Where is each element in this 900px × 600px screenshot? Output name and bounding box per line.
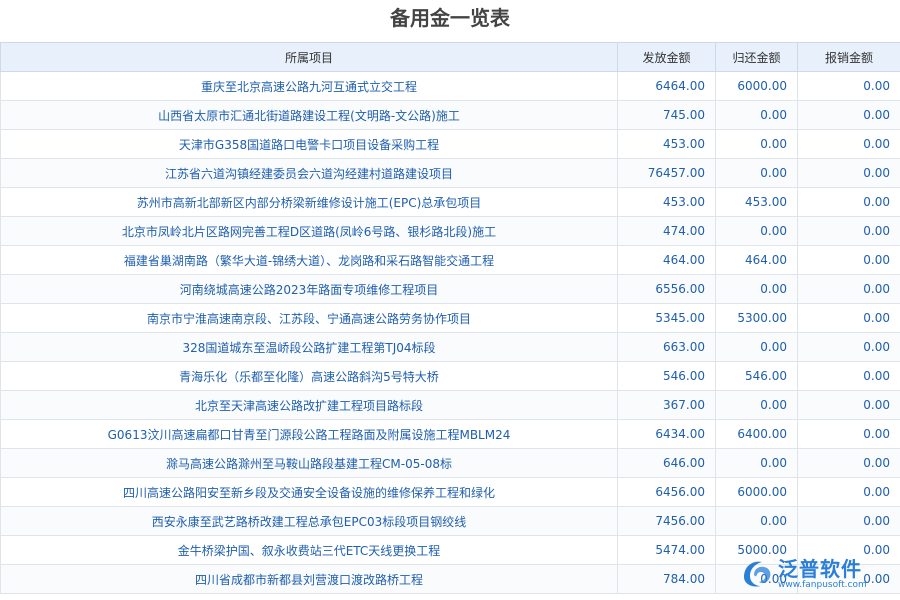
cell-project: 福建省巢湖南路（繁华大道-锦绣大道）、龙岗路和采石路智能交通工程 bbox=[1, 246, 618, 275]
cell-reimbursed-amount: 0.00 bbox=[798, 246, 900, 275]
cell-returned-amount: 0.00 bbox=[716, 217, 798, 246]
cell-issued-amount: 6434.00 bbox=[618, 420, 716, 449]
cell-reimbursed-amount: 0.00 bbox=[798, 391, 900, 420]
cell-returned-amount: 0.00 bbox=[716, 449, 798, 478]
table-row[interactable]: 328国道城东至温峤段公路扩建工程第TJ04标段663.000.000.00 bbox=[1, 333, 900, 362]
cell-project: 重庆至北京高速公路九河互通式立交工程 bbox=[1, 72, 618, 101]
cell-reimbursed-amount: 0.00 bbox=[798, 304, 900, 333]
table-row[interactable]: 福建省巢湖南路（繁华大道-锦绣大道）、龙岗路和采石路智能交通工程464.0046… bbox=[1, 246, 900, 275]
cell-returned-amount: 0.00 bbox=[716, 159, 798, 188]
table-row[interactable]: 天津市G358国道路口电警卡口项目设备采购工程453.000.000.00 bbox=[1, 130, 900, 159]
page-title: 备用金一览表 bbox=[0, 0, 900, 40]
table-row[interactable]: 南京市宁淮高速南京段、江苏段、宁通高速公路劳务协作项目5345.005300.0… bbox=[1, 304, 900, 333]
cell-returned-amount: 0.00 bbox=[716, 101, 798, 130]
table-row[interactable]: 金牛桥梁护国、叙永收费站三代ETC天线更换工程5474.005000.000.0… bbox=[1, 536, 900, 565]
cell-reimbursed-amount: 0.00 bbox=[798, 333, 900, 362]
cell-issued-amount: 546.00 bbox=[618, 362, 716, 391]
cell-project: 四川省成都市新都县刘营渡口渡改路桥工程 bbox=[1, 565, 618, 594]
cell-returned-amount: 0.00 bbox=[716, 391, 798, 420]
column-header-reimbursed[interactable]: 报销金额 bbox=[798, 43, 900, 72]
cell-issued-amount: 5345.00 bbox=[618, 304, 716, 333]
cell-reimbursed-amount: 0.00 bbox=[798, 72, 900, 101]
cell-project: 四川高速公路阳安至新乡段及交通安全设备设施的维修保养工程和绿化 bbox=[1, 478, 618, 507]
cell-reimbursed-amount: 0.00 bbox=[798, 101, 900, 130]
cell-project: 北京至天津高速公路改扩建工程项目路标段 bbox=[1, 391, 618, 420]
cell-issued-amount: 76457.00 bbox=[618, 159, 716, 188]
column-header-issued[interactable]: 发放金额 bbox=[618, 43, 716, 72]
cell-reimbursed-amount: 0.00 bbox=[798, 449, 900, 478]
cell-project: 天津市G358国道路口电警卡口项目设备采购工程 bbox=[1, 130, 618, 159]
table-row[interactable]: 滁马高速公路滁州至马鞍山路段基建工程CM-05-08标646.000.000.0… bbox=[1, 449, 900, 478]
cell-issued-amount: 464.00 bbox=[618, 246, 716, 275]
cell-returned-amount: 5000.00 bbox=[716, 536, 798, 565]
table-row[interactable]: 河南绕城高速公路2023年路面专项维修工程项目6556.000.000.00 bbox=[1, 275, 900, 304]
cell-project: G0613汶川高速扁都口甘青至门源段公路工程路面及附属设施工程MBLM24 bbox=[1, 420, 618, 449]
petty-cash-table: 所属项目 发放金额 归还金额 报销金额 重庆至北京高速公路九河互通式立交工程64… bbox=[0, 42, 900, 594]
cell-reimbursed-amount: 0.00 bbox=[798, 478, 900, 507]
column-header-project[interactable]: 所属项目 bbox=[1, 43, 618, 72]
cell-returned-amount: 0.00 bbox=[716, 130, 798, 159]
cell-returned-amount: 6000.00 bbox=[716, 478, 798, 507]
cell-issued-amount: 646.00 bbox=[618, 449, 716, 478]
cell-reimbursed-amount: 0.00 bbox=[798, 362, 900, 391]
table-row[interactable]: 青海乐化（乐都至化隆）高速公路斜沟5号特大桥546.00546.000.00 bbox=[1, 362, 900, 391]
cell-project: 西安永康至武艺路桥改建工程总承包EPC03标段项目钢绞线 bbox=[1, 507, 618, 536]
cell-reimbursed-amount: 0.00 bbox=[798, 420, 900, 449]
cell-project: 山西省太原市汇通北街道路建设工程(文明路-文公路)施工 bbox=[1, 101, 618, 130]
cell-issued-amount: 6464.00 bbox=[618, 72, 716, 101]
cell-returned-amount: 6000.00 bbox=[716, 72, 798, 101]
table-row[interactable]: 四川省成都市新都县刘营渡口渡改路桥工程784.000.000.00 bbox=[1, 565, 900, 594]
cell-reimbursed-amount: 0.00 bbox=[798, 188, 900, 217]
cell-issued-amount: 784.00 bbox=[618, 565, 716, 594]
cell-project: 南京市宁淮高速南京段、江苏段、宁通高速公路劳务协作项目 bbox=[1, 304, 618, 333]
cell-project: 江苏省六道沟镇经建委员会六道沟经建村道路建设项目 bbox=[1, 159, 618, 188]
cell-reimbursed-amount: 0.00 bbox=[798, 536, 900, 565]
cell-returned-amount: 453.00 bbox=[716, 188, 798, 217]
cell-issued-amount: 474.00 bbox=[618, 217, 716, 246]
cell-issued-amount: 745.00 bbox=[618, 101, 716, 130]
cell-reimbursed-amount: 0.00 bbox=[798, 275, 900, 304]
table-row[interactable]: 山西省太原市汇通北街道路建设工程(文明路-文公路)施工745.000.000.0… bbox=[1, 101, 900, 130]
cell-issued-amount: 367.00 bbox=[618, 391, 716, 420]
cell-reimbursed-amount: 0.00 bbox=[798, 130, 900, 159]
cell-returned-amount: 6400.00 bbox=[716, 420, 798, 449]
cell-returned-amount: 0.00 bbox=[716, 333, 798, 362]
cell-issued-amount: 5474.00 bbox=[618, 536, 716, 565]
table-row[interactable]: 北京市凤岭北片区路网完善工程D区道路(凤岭6号路、银杉路北段)施工474.000… bbox=[1, 217, 900, 246]
cell-project: 328国道城东至温峤段公路扩建工程第TJ04标段 bbox=[1, 333, 618, 362]
table-row[interactable]: 江苏省六道沟镇经建委员会六道沟经建村道路建设项目76457.000.000.00 bbox=[1, 159, 900, 188]
cell-issued-amount: 6556.00 bbox=[618, 275, 716, 304]
cell-reimbursed-amount: 0.00 bbox=[798, 217, 900, 246]
cell-project: 滁马高速公路滁州至马鞍山路段基建工程CM-05-08标 bbox=[1, 449, 618, 478]
cell-issued-amount: 7456.00 bbox=[618, 507, 716, 536]
cell-returned-amount: 0.00 bbox=[716, 507, 798, 536]
cell-issued-amount: 453.00 bbox=[618, 130, 716, 159]
cell-returned-amount: 0.00 bbox=[716, 565, 798, 594]
table-row[interactable]: 北京至天津高速公路改扩建工程项目路标段367.000.000.00 bbox=[1, 391, 900, 420]
table-row[interactable]: 苏州市高新北部新区内部分桥梁新维修设计施工(EPC)总承包项目453.00453… bbox=[1, 188, 900, 217]
table-row[interactable]: 西安永康至武艺路桥改建工程总承包EPC03标段项目钢绞线7456.000.000… bbox=[1, 507, 900, 536]
cell-project: 青海乐化（乐都至化隆）高速公路斜沟5号特大桥 bbox=[1, 362, 618, 391]
cell-project: 金牛桥梁护国、叙永收费站三代ETC天线更换工程 bbox=[1, 536, 618, 565]
column-header-returned[interactable]: 归还金额 bbox=[716, 43, 798, 72]
table-header-row: 所属项目 发放金额 归还金额 报销金额 bbox=[1, 43, 900, 72]
cell-returned-amount: 464.00 bbox=[716, 246, 798, 275]
cell-reimbursed-amount: 0.00 bbox=[798, 507, 900, 536]
cell-issued-amount: 663.00 bbox=[618, 333, 716, 362]
cell-project: 北京市凤岭北片区路网完善工程D区道路(凤岭6号路、银杉路北段)施工 bbox=[1, 217, 618, 246]
cell-reimbursed-amount: 0.00 bbox=[798, 159, 900, 188]
cell-returned-amount: 546.00 bbox=[716, 362, 798, 391]
cell-issued-amount: 6456.00 bbox=[618, 478, 716, 507]
cell-issued-amount: 453.00 bbox=[618, 188, 716, 217]
cell-returned-amount: 0.00 bbox=[716, 275, 798, 304]
table-row[interactable]: 四川高速公路阳安至新乡段及交通安全设备设施的维修保养工程和绿化6456.0060… bbox=[1, 478, 900, 507]
cell-project: 苏州市高新北部新区内部分桥梁新维修设计施工(EPC)总承包项目 bbox=[1, 188, 618, 217]
cell-returned-amount: 5300.00 bbox=[716, 304, 798, 333]
table-row[interactable]: 重庆至北京高速公路九河互通式立交工程6464.006000.000.00 bbox=[1, 72, 900, 101]
cell-reimbursed-amount: 0.00 bbox=[798, 565, 900, 594]
table-row[interactable]: G0613汶川高速扁都口甘青至门源段公路工程路面及附属设施工程MBLM24643… bbox=[1, 420, 900, 449]
cell-project: 河南绕城高速公路2023年路面专项维修工程项目 bbox=[1, 275, 618, 304]
